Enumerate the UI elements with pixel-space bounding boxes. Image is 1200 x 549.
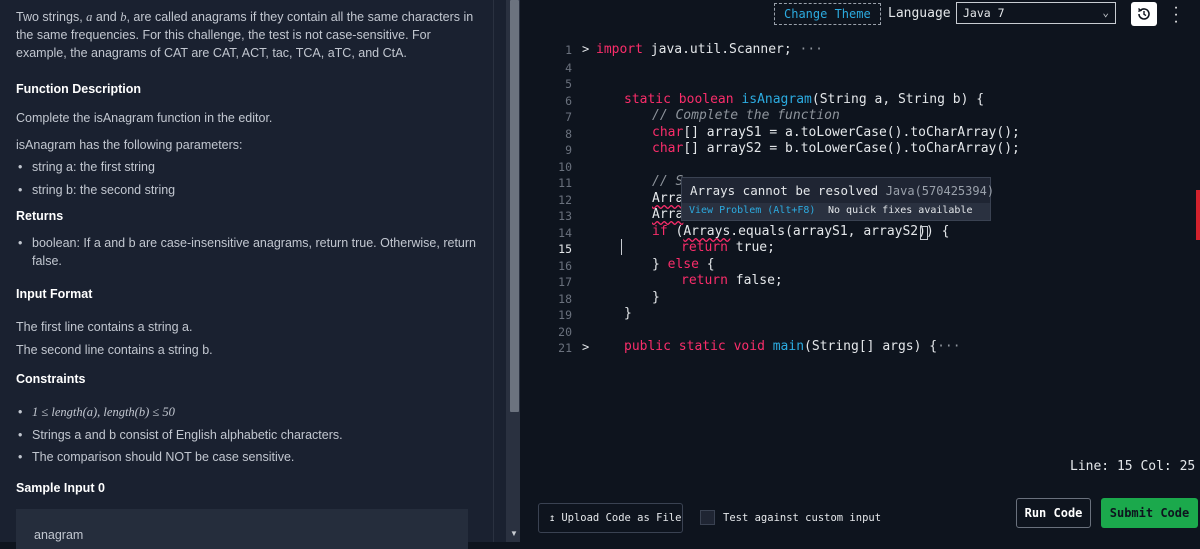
problem-intro: Two strings, a and b, are called anagram…	[16, 10, 474, 60]
code-line[interactable]: char[] arrayS1 = a.toLowerCase().toCharA…	[652, 125, 1020, 140]
line-number: 13	[558, 209, 572, 223]
language-select[interactable]: Java 7 ⌄	[956, 2, 1116, 24]
error-message: Arrays cannot be resolved Java(570425394…	[690, 183, 995, 198]
language-value: Java 7	[963, 6, 1005, 20]
code-line[interactable]: char[] arrayS2 = b.toLowerCase().toCharA…	[652, 141, 1020, 156]
line-number: 6	[565, 94, 572, 108]
history-button[interactable]	[1131, 2, 1157, 26]
custom-input-checkbox[interactable]	[700, 510, 715, 525]
error-marker	[1196, 190, 1200, 240]
line-number: 16	[558, 259, 572, 273]
returns-item: boolean: If a and b are case-insensitive…	[16, 234, 476, 270]
param-item: string a: the first string	[16, 158, 476, 176]
line-number: 17	[558, 275, 572, 289]
input-format-heading: Input Format	[16, 287, 93, 301]
code-line[interactable]: Arra	[652, 191, 683, 206]
constraint-item: 1 ≤ length(a), length(b) ≤ 50	[16, 403, 476, 421]
params-text: isAnagram has the following parameters:	[16, 138, 243, 152]
code-line[interactable]: return false;	[681, 273, 783, 288]
fold-toggle-icon[interactable]: >	[582, 340, 589, 354]
error-hover-tooltip: Arrays cannot be resolved Java(570425394…	[681, 177, 995, 221]
custom-input-label[interactable]: Test against custom input	[723, 512, 881, 524]
code-line[interactable]: public static void main(String[] args) {…	[624, 339, 961, 354]
line-number: 20	[558, 325, 572, 339]
history-icon	[1138, 8, 1150, 20]
input-line-1: The first line contains a string a.	[16, 320, 193, 334]
function-description-heading: Function Description	[16, 82, 141, 96]
code-comment[interactable]: // S	[652, 174, 683, 189]
code-line[interactable]: }	[624, 306, 632, 321]
function-text: Complete the isAnagram function in the e…	[16, 111, 273, 125]
line-number: 8	[565, 127, 572, 141]
upload-code-button[interactable]: ↥ Upload Code as File	[538, 503, 683, 533]
line-number: 4	[565, 61, 572, 75]
change-theme-button[interactable]: Change Theme	[774, 3, 881, 25]
more-options-icon[interactable]: · · ·	[1172, 0, 1180, 30]
line-number: 18	[558, 292, 572, 306]
code-line[interactable]: } else {	[652, 257, 715, 272]
language-label: Language	[888, 6, 951, 21]
upload-icon: ↥	[549, 512, 556, 524]
input-line-2: The second line contains a string b.	[16, 343, 213, 357]
cursor-position: Line: 15 Col: 25	[1070, 459, 1196, 474]
code-line[interactable]: return true;	[681, 240, 775, 255]
returns-heading: Returns	[16, 209, 64, 223]
line-number: 21	[558, 341, 572, 355]
code-line[interactable]: import java.util.Scanner; ···	[596, 42, 823, 57]
code-line[interactable]: static boolean isAnagram(String a, Strin…	[624, 92, 984, 107]
line-number: 14	[558, 226, 572, 240]
line-number: 10	[558, 160, 572, 174]
line-number: 19	[558, 308, 572, 322]
param-item: string b: the second string	[16, 181, 476, 199]
submit-code-button[interactable]: Submit Code	[1101, 498, 1198, 528]
chevron-down-icon: ⌄	[1102, 6, 1109, 19]
hover-actions: View Problem (Alt+F8) No quick fixes ava…	[682, 203, 990, 220]
constraint-item: The comparison should NOT be case sensit…	[16, 448, 476, 466]
sample-input-heading: Sample Input 0	[16, 481, 105, 495]
line-number: 5	[565, 77, 572, 91]
text-cursor	[621, 239, 622, 255]
code-line[interactable]: Arra	[652, 207, 683, 222]
problem-scrollbar-thumb[interactable]	[510, 0, 519, 412]
view-problem-link[interactable]: View Problem (Alt+F8)	[689, 205, 815, 216]
line-number: 12	[558, 193, 572, 207]
line-number: 11	[558, 176, 572, 190]
panel-splitter[interactable]	[493, 0, 507, 542]
code-line[interactable]: if (Arrays.equals(arrayS1, arrayS2)) {	[652, 224, 949, 239]
constraint-item: Strings a and b consist of English alpha…	[16, 426, 476, 444]
line-number: 9	[565, 143, 572, 157]
line-number: 7	[565, 110, 572, 124]
constraints-heading: Constraints	[16, 372, 86, 386]
line-number: 1	[565, 43, 572, 57]
run-code-button[interactable]: Run Code	[1016, 498, 1091, 528]
problem-panel: Two strings, a and b, are called anagram…	[0, 0, 493, 542]
bracket-match-highlight	[920, 226, 928, 240]
sample-input-value: anagram	[34, 528, 84, 542]
line-number-current: 15	[558, 242, 572, 256]
no-quick-fixes-text: No quick fixes available	[828, 205, 973, 216]
code-comment[interactable]: // Complete the function	[652, 108, 840, 123]
code-line[interactable]: }	[652, 290, 660, 305]
sample-input-box	[16, 509, 468, 549]
scroll-down-icon[interactable]: ▼	[510, 529, 518, 538]
fold-toggle-icon[interactable]: >	[582, 42, 589, 56]
